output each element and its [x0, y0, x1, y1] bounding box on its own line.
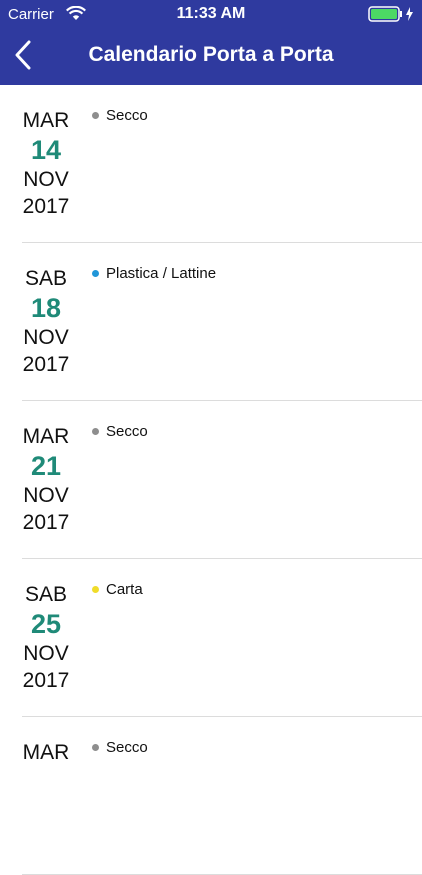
year-label: 2017: [22, 669, 70, 692]
day-number: 25: [30, 609, 62, 639]
calendar-list: MAR 14 NOV 2017 Secco SAB 18 NOV 2017 Pl…: [0, 85, 422, 875]
dot-icon: [92, 428, 99, 435]
month-label: NOV: [23, 168, 69, 191]
collection-label: Secco: [106, 107, 148, 124]
date-block: SAB 25 NOV 2017: [22, 581, 70, 694]
date-block: MAR: [22, 739, 70, 766]
year-label: 2017: [22, 353, 70, 376]
battery-icon: [368, 6, 413, 22]
collection-type: Secco: [92, 739, 148, 756]
weekday-label: MAR: [22, 425, 70, 448]
status-time: 11:33 AM: [176, 5, 246, 22]
dot-icon: [92, 270, 99, 277]
day-number: 14: [30, 135, 62, 165]
date-block: MAR 14 NOV 2017: [22, 107, 70, 220]
collection-type: Secco: [92, 423, 148, 440]
collection-type: Secco: [92, 107, 148, 124]
list-item[interactable]: SAB 25 NOV 2017 Carta: [22, 559, 422, 717]
collection-label: Plastica / Lattine: [106, 265, 217, 282]
weekday-label: MAR: [22, 741, 70, 764]
month-label: NOV: [23, 484, 69, 507]
month-label: NOV: [23, 326, 69, 349]
list-item[interactable]: MAR Secco: [22, 717, 422, 875]
collection-label: Carta: [106, 581, 143, 598]
dot-icon: [92, 586, 99, 593]
status-bar: Carrier 11:33 AM: [0, 0, 422, 28]
date-block: MAR 21 NOV 2017: [22, 423, 70, 536]
month-label: NOV: [23, 642, 69, 665]
list-item[interactable]: MAR 21 NOV 2017 Secco: [22, 401, 422, 559]
date-block: SAB 18 NOV 2017: [22, 265, 70, 378]
collection-type: Carta: [92, 581, 143, 598]
weekday-label: MAR: [22, 109, 70, 132]
list-item[interactable]: MAR 14 NOV 2017 Secco: [22, 85, 422, 243]
weekday-label: SAB: [24, 583, 68, 606]
year-label: 2017: [22, 195, 70, 218]
collection-type: Plastica / Lattine: [92, 265, 216, 282]
year-label: 2017: [22, 511, 70, 534]
collection-label: Secco: [106, 423, 148, 440]
list-item[interactable]: SAB 18 NOV 2017 Plastica / Lattine: [22, 243, 422, 401]
dot-icon: [92, 112, 99, 119]
day-number: 18: [30, 293, 62, 323]
page-title: Calendario Porta a Porta: [88, 43, 334, 66]
day-number: 21: [30, 451, 62, 481]
collection-label: Secco: [106, 739, 148, 756]
weekday-label: SAB: [24, 267, 68, 290]
navigation-header: Carrier 11:33 AM Calendario Porta a Port…: [0, 0, 422, 85]
